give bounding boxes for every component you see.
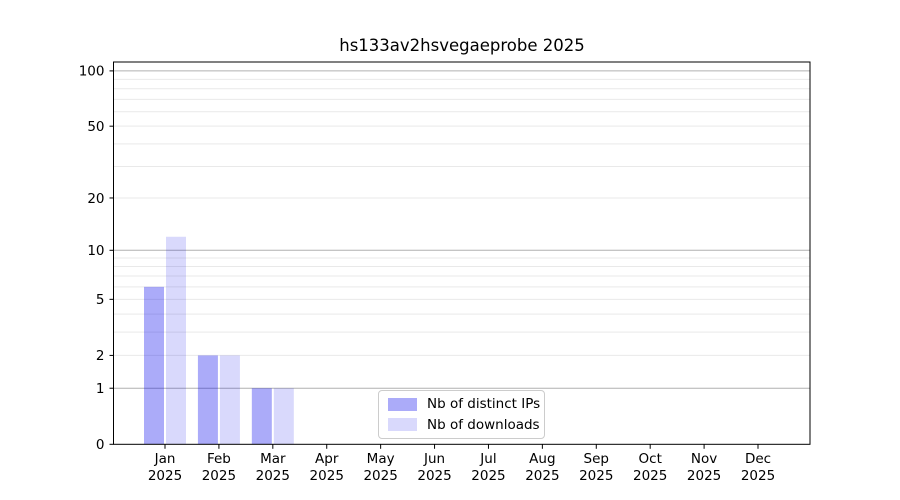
x-tick-label-year-jan: 2025 bbox=[148, 468, 182, 484]
bar-downloads-jan bbox=[166, 237, 186, 445]
x-tick-label-year-sep: 2025 bbox=[579, 468, 613, 484]
bar-distinct-ips-jan bbox=[144, 287, 164, 444]
legend-label-distinct-ips: Nb of distinct IPs bbox=[427, 397, 540, 412]
y-tick-label-1: 1 bbox=[96, 381, 105, 397]
x-tick-label-year-jul: 2025 bbox=[471, 468, 505, 484]
legend-label-downloads: Nb of downloads bbox=[427, 418, 540, 433]
legend-swatch-downloads bbox=[388, 418, 417, 431]
x-tick-label-month-jul: Jul bbox=[479, 451, 496, 467]
figure: hs133av2hsvegaeprobe 2025 0125102050100J… bbox=[0, 0, 900, 500]
x-tick-label-month-sep: Sep bbox=[584, 451, 609, 467]
x-tick-label-year-dec: 2025 bbox=[741, 468, 775, 484]
x-tick-label-month-oct: Oct bbox=[639, 451, 662, 467]
y-tick-label-100: 100 bbox=[79, 64, 105, 80]
x-tick-label-month-aug: Aug bbox=[529, 451, 555, 467]
bar-downloads-mar bbox=[274, 388, 294, 444]
x-tick-label-month-dec: Dec bbox=[745, 451, 771, 467]
legend-item-distinct-ips: Nb of distinct IPs bbox=[388, 397, 544, 412]
x-tick-label-year-aug: 2025 bbox=[525, 468, 559, 484]
y-tick-label-0: 0 bbox=[96, 437, 105, 453]
plot-border bbox=[114, 62, 811, 444]
x-tick-label-year-nov: 2025 bbox=[687, 468, 721, 484]
y-tick-label-10: 10 bbox=[87, 243, 104, 259]
x-tick-label-year-may: 2025 bbox=[363, 468, 397, 484]
x-tick-label-month-may: May bbox=[367, 451, 395, 467]
x-tick-label-month-feb: Feb bbox=[207, 451, 231, 467]
x-tick-label-month-nov: Nov bbox=[691, 451, 717, 467]
x-tick-label-year-apr: 2025 bbox=[310, 468, 344, 484]
x-tick-label-month-jan: Jan bbox=[154, 451, 176, 467]
x-tick-label-month-jun: Jun bbox=[423, 451, 445, 467]
legend-item-downloads: Nb of downloads bbox=[388, 418, 544, 433]
bar-downloads-feb bbox=[220, 355, 240, 444]
legend-swatch-distinct-ips bbox=[388, 398, 417, 411]
bar-distinct-ips-feb bbox=[198, 355, 218, 444]
x-tick-label-year-jun: 2025 bbox=[417, 468, 451, 484]
y-tick-label-20: 20 bbox=[87, 191, 104, 207]
legend: Nb of distinct IPs Nb of downloads bbox=[378, 390, 545, 439]
bar-distinct-ips-mar bbox=[252, 388, 272, 444]
x-tick-label-year-mar: 2025 bbox=[256, 468, 290, 484]
x-tick-label-year-feb: 2025 bbox=[202, 468, 236, 484]
y-tick-label-5: 5 bbox=[96, 292, 105, 308]
y-tick-label-50: 50 bbox=[87, 119, 104, 135]
x-tick-label-month-apr: Apr bbox=[315, 451, 339, 467]
x-tick-label-year-oct: 2025 bbox=[633, 468, 667, 484]
y-tick-label-2: 2 bbox=[96, 348, 105, 364]
x-tick-label-month-mar: Mar bbox=[260, 451, 286, 467]
